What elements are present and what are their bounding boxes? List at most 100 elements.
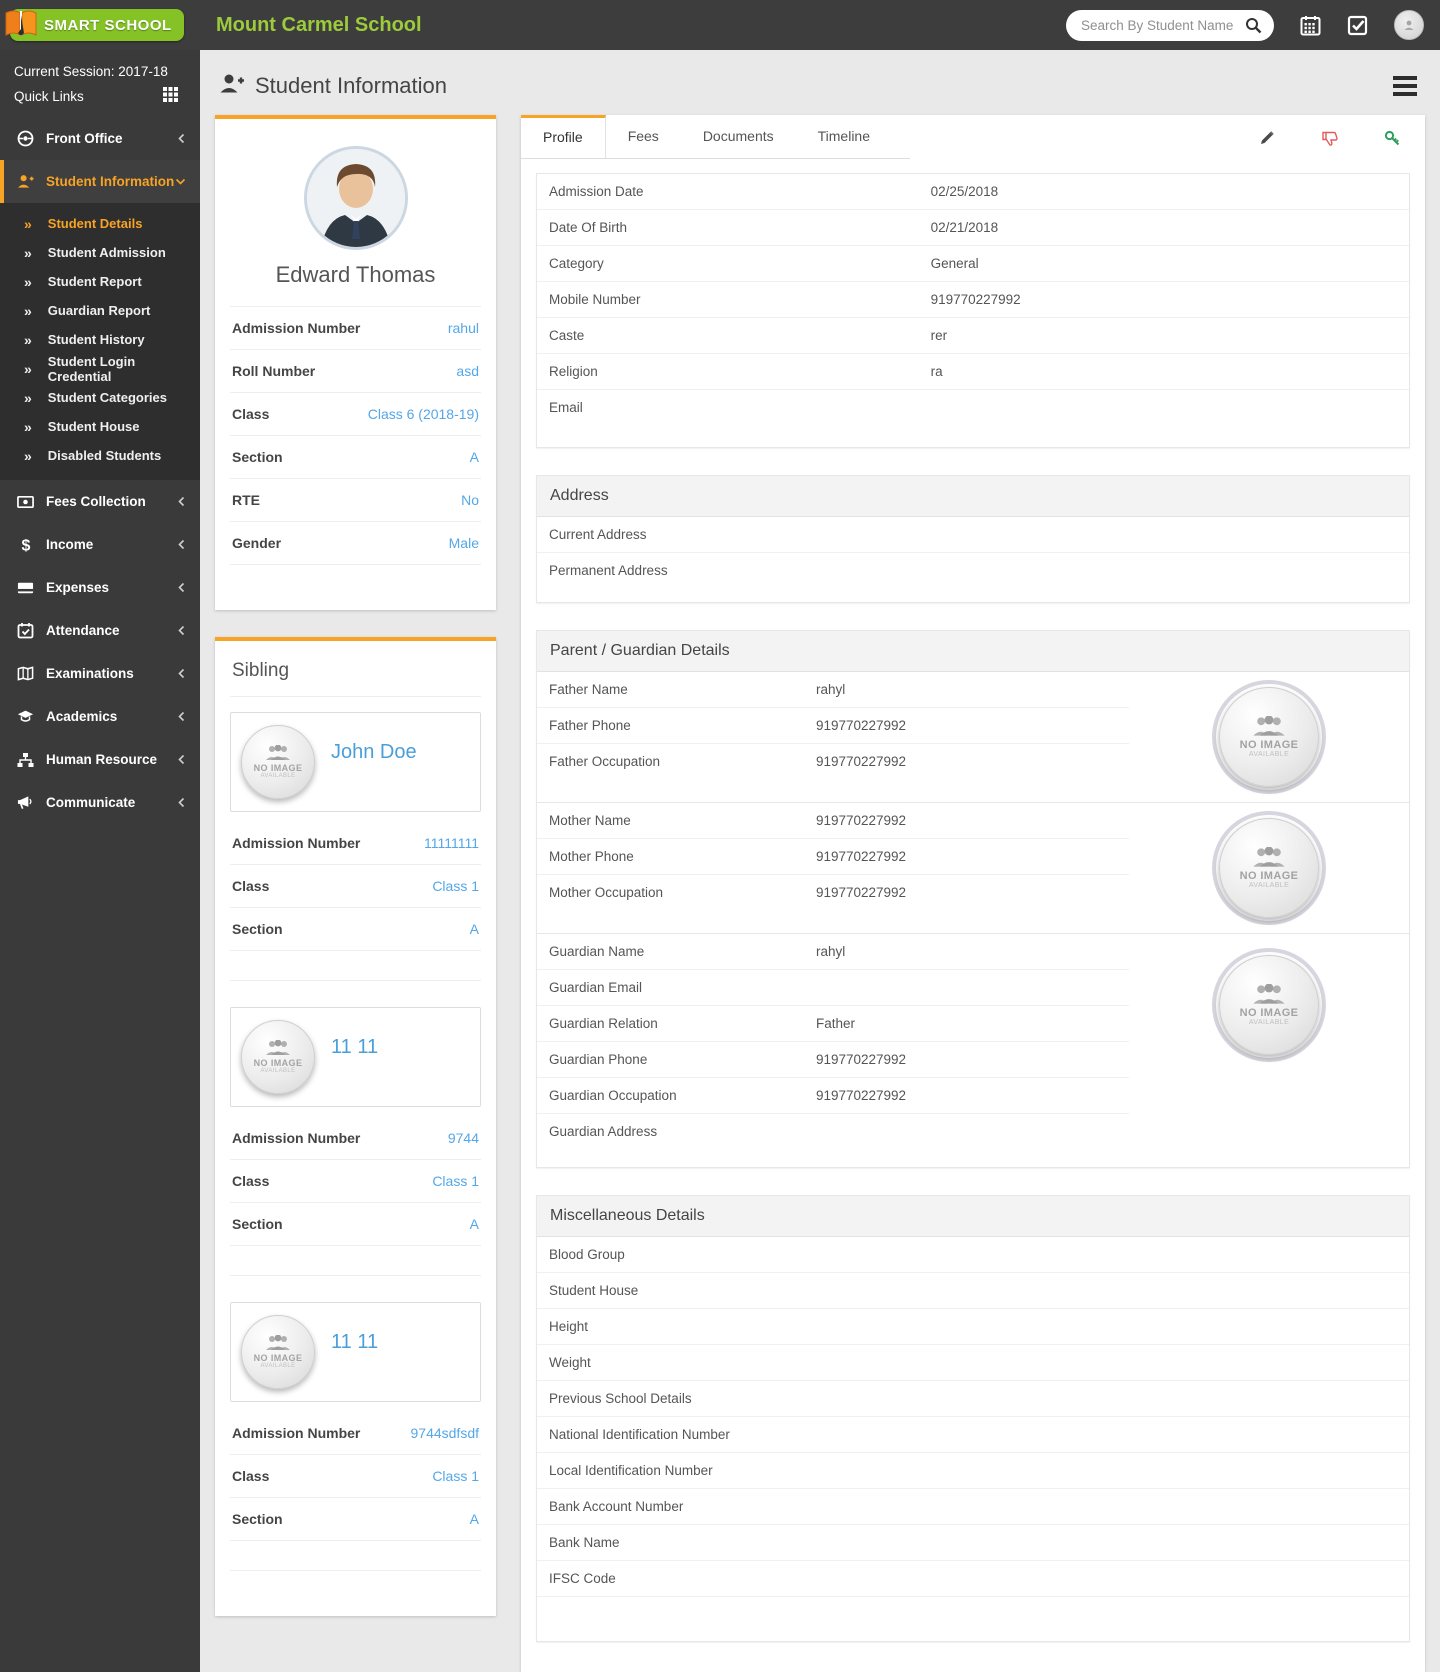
detail-row: Admission Date 02/25/2018 xyxy=(537,174,1409,210)
sidebar-item-academics[interactable]: Academics xyxy=(0,695,200,738)
student-information-icon xyxy=(17,173,34,190)
section-title: Miscellaneous Details xyxy=(537,1196,1409,1237)
detail-row: Blood Group xyxy=(537,1237,1409,1273)
profile-detail-table: Admission Date 02/25/2018 Date Of Birth 02… xyxy=(536,173,1410,448)
human-resource-icon xyxy=(17,751,34,768)
sidebar-item-student-login-credential[interactable]: » Student Login Credential xyxy=(0,354,200,384)
student-information-submenu: » Student Details » Student Admission » Stu… xyxy=(0,203,200,480)
quick-links-grid-icon[interactable] xyxy=(163,87,178,105)
main-content: Student Information Edward Thomas Admiss… xyxy=(200,50,1440,1672)
detail-row: Father Name rahyl xyxy=(537,672,1129,708)
page-title: Student Information xyxy=(255,72,448,98)
sidebar-item-student-categories[interactable]: » Student Categories xyxy=(0,383,200,412)
edit-pencil-icon[interactable] xyxy=(1259,130,1275,147)
detail-row: National Identification Number xyxy=(537,1417,1409,1453)
chevron-left-icon xyxy=(177,668,186,679)
detail-row: Email xyxy=(549,400,583,415)
info-row: Admission Number 9744sdfsdf xyxy=(230,1412,481,1455)
chevron-left-icon xyxy=(177,625,186,636)
tab-documents[interactable]: Documents xyxy=(681,115,796,158)
detail-row: Mobile Number 919770227992 xyxy=(537,282,1409,318)
sidebar-item-label: Communicate xyxy=(46,795,136,810)
sidebar-item-student-details[interactable]: » Student Details xyxy=(0,209,200,238)
svg-text:$: $ xyxy=(21,537,30,554)
detail-row: Height xyxy=(537,1309,1409,1345)
sidebar-item-student-history[interactable]: » Student History xyxy=(0,325,200,354)
sidebar-item-guardian-report[interactable]: » Guardian Report xyxy=(0,296,200,325)
sidebar-item-communicate[interactable]: Communicate xyxy=(0,781,200,824)
panel-menu-icon[interactable] xyxy=(1393,75,1419,96)
app-logo[interactable]: SMART SCHOOL xyxy=(0,9,200,41)
school-name: Mount Carmel School xyxy=(216,13,422,36)
thumbs-down-icon[interactable] xyxy=(1321,130,1338,147)
info-row: Class Class 1 xyxy=(230,1160,481,1203)
detail-row: Local Identification Number xyxy=(537,1453,1409,1489)
sidebar-item-expenses[interactable]: Expenses xyxy=(0,566,200,609)
sidebar-item-front-office[interactable]: Front Office xyxy=(0,117,200,160)
task-check-icon[interactable] xyxy=(1347,15,1368,36)
sidebar-item-student-admission[interactable]: » Student Admission xyxy=(0,238,200,267)
sidebar-item-human-resource[interactable]: Human Resource xyxy=(0,738,200,781)
double-arrow-icon: » xyxy=(24,360,32,377)
detail-row: Student House xyxy=(537,1273,1409,1309)
sibling-name-link[interactable]: 11 11 xyxy=(331,1331,378,1354)
chevron-left-icon xyxy=(177,754,186,765)
mother-no-image-avatar: NO IMAGE AVAILABLE xyxy=(1219,818,1319,918)
key-icon[interactable] xyxy=(1384,130,1401,147)
detail-row: Weight xyxy=(537,1345,1409,1381)
user-avatar[interactable] xyxy=(1394,10,1424,40)
detail-row: Guardian Phone 919770227992 xyxy=(537,1042,1129,1078)
academics-icon xyxy=(17,708,34,725)
sidebar-item-label: Student Information xyxy=(46,174,175,189)
detail-row: Guardian Address xyxy=(549,1124,658,1139)
info-row: Admission Number 11111111 xyxy=(230,822,481,865)
fees-collection-icon xyxy=(17,493,34,510)
sidebar-item-label: Expenses xyxy=(46,580,110,595)
father-group: Father Name rahyl Father Phone 91977022799… xyxy=(537,672,1409,803)
tab-profile[interactable]: Profile xyxy=(521,115,606,158)
double-arrow-icon: » xyxy=(24,331,32,348)
chevron-down-icon xyxy=(175,177,186,186)
info-row: Section A xyxy=(230,436,481,479)
sidebar-item-student-house[interactable]: » Student House xyxy=(0,412,200,441)
sidebar-item-examinations[interactable]: Examinations xyxy=(0,652,200,695)
double-arrow-icon: » xyxy=(24,302,32,319)
search-input[interactable] xyxy=(1066,9,1274,41)
sidebar-item-student-report[interactable]: » Student Report xyxy=(0,267,200,296)
no-image-avatar: NO IMAGE AVAILABLE xyxy=(241,1020,315,1094)
guardian-no-image-avatar: NO IMAGE AVAILABLE xyxy=(1219,955,1319,1055)
sidebar-item-attendance[interactable]: Attendance xyxy=(0,609,200,652)
front-office-icon xyxy=(17,130,34,147)
sidebar-item-disabled-students[interactable]: » Disabled Students xyxy=(0,441,200,470)
student-summary-card: Edward Thomas Admission Number rahul Roll… xyxy=(215,115,496,610)
sibling-name-link[interactable]: John Doe xyxy=(331,741,417,764)
examinations-icon xyxy=(17,665,34,682)
tab-timeline[interactable]: Timeline xyxy=(796,115,892,158)
double-arrow-icon: » xyxy=(24,244,32,261)
sibling-entry: NO IMAGE AVAILABLE 11 11 xyxy=(230,1302,481,1402)
student-detail-panel: Profile Fees Documents Timeline Admissio… xyxy=(521,115,1425,1672)
current-session-label: Current Session: 2017-18 xyxy=(14,64,168,79)
calendar-icon[interactable] xyxy=(1300,15,1321,36)
info-row: Class Class 6 (2018-19) xyxy=(230,393,481,436)
info-row: Admission Number rahul xyxy=(230,307,481,350)
search-icon[interactable] xyxy=(1245,17,1262,39)
chevron-left-icon xyxy=(177,133,186,144)
detail-row: Current Address xyxy=(537,517,1409,553)
detail-row: Mother Occupation 919770227992 xyxy=(549,885,907,900)
detail-row: Category General xyxy=(537,246,1409,282)
sidebar-item-fees-collection[interactable]: Fees Collection xyxy=(0,480,200,523)
section-title: Address xyxy=(537,476,1409,517)
chevron-left-icon xyxy=(177,797,186,808)
sidebar-item-income[interactable]: $ Income xyxy=(0,523,200,566)
detail-row: Bank Name xyxy=(537,1525,1409,1561)
miscellaneous-section: Miscellaneous Details Blood Group Studen… xyxy=(536,1195,1410,1642)
sibling-name-link[interactable]: 11 11 xyxy=(331,1036,378,1059)
sidebar-item-student-information[interactable]: Student Information xyxy=(0,160,200,203)
mother-group: Mother Name 919770227992 Mother Phone 9197… xyxy=(537,803,1409,934)
tab-fees[interactable]: Fees xyxy=(606,115,681,158)
detail-row: Bank Account Number xyxy=(537,1489,1409,1525)
detail-row: Mother Phone 919770227992 xyxy=(537,839,1129,875)
detail-row: IFSC Code xyxy=(537,1561,1409,1597)
chevron-left-icon xyxy=(177,711,186,722)
